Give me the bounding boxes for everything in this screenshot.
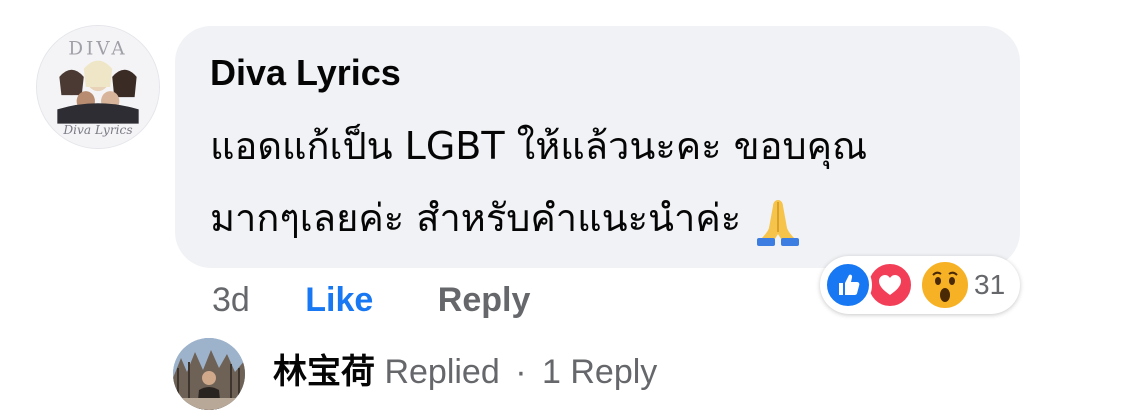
wow-reaction-icon xyxy=(919,259,971,311)
replied-label: Replied xyxy=(384,353,500,391)
svg-text:DIVA: DIVA xyxy=(68,38,127,59)
replier-avatar-image xyxy=(173,338,245,410)
separator-dot: · xyxy=(515,353,527,391)
replier-avatar[interactable] xyxy=(173,338,245,410)
folded-hands-emoji-icon xyxy=(751,194,805,248)
like-reaction-icon xyxy=(824,261,872,309)
reply-button[interactable]: Reply xyxy=(438,278,531,322)
view-replies-link[interactable]: 林宝荷 Replied · 1 Reply xyxy=(273,350,657,394)
love-reaction-icon xyxy=(866,261,914,309)
reactions-summary[interactable]: 31 xyxy=(820,256,1020,314)
reaction-count: 31 xyxy=(974,269,1006,300)
comment-text: แอดแก้เป็น LGBT ให้แล้วนะคะ ขอบคุณ มากๆเ… xyxy=(210,110,1000,254)
comment-author-name[interactable]: Diva Lyrics xyxy=(210,50,401,96)
replier-name: 林宝荷 xyxy=(273,352,375,392)
comment-text-line-2: มากๆเลยค่ะ สำหรับคำแนะนำค่ะ xyxy=(210,182,1000,254)
comment-timestamp[interactable]: 3d xyxy=(212,278,250,322)
reply-count: 1 Reply xyxy=(542,353,658,391)
like-button[interactable]: Like xyxy=(305,278,373,322)
comment-actions: 3d Like Reply xyxy=(212,278,530,322)
avatar-image: DIVA Diva Lyrics xyxy=(37,26,159,148)
comment-thread: DIVA Diva Lyrics Diva Lyrics แอดแก้เป็น … xyxy=(0,0,1125,416)
comment-text-line-1: แอดแก้เป็น LGBT ให้แล้วนะคะ ขอบคุณ xyxy=(210,124,868,168)
svg-text:Diva Lyrics: Diva Lyrics xyxy=(62,123,132,137)
comment-text-line-2-content: มากๆเลยค่ะ สำหรับคำแนะนำค่ะ xyxy=(210,196,742,240)
commenter-avatar[interactable]: DIVA Diva Lyrics xyxy=(36,25,160,149)
